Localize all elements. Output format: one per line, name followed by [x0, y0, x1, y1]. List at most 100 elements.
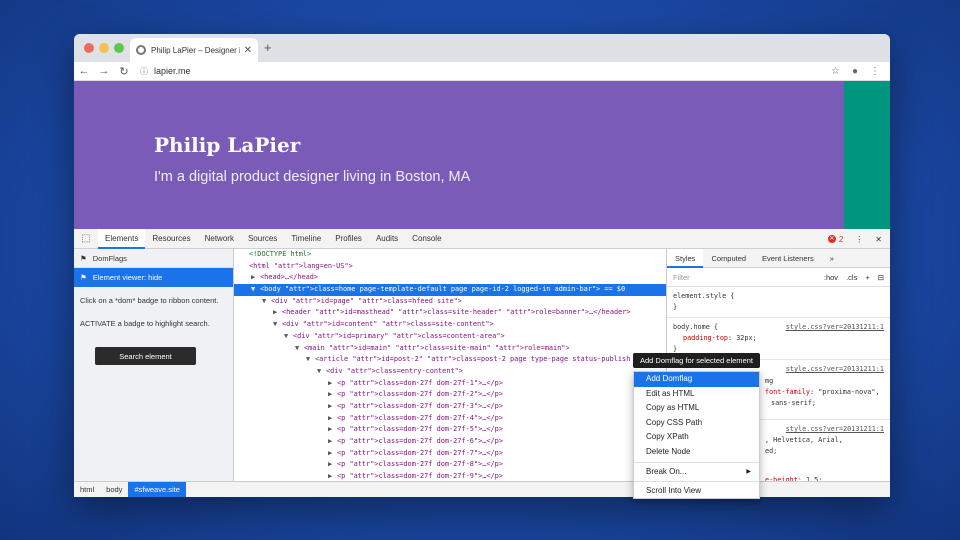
dom-node[interactable]: ▼ <div "attr">class=entry-content"> [234, 366, 666, 378]
menu-item-add-domflag[interactable]: Add Domflag [634, 372, 759, 387]
element-viewer-toggle[interactable]: ⚑ Element viewer: hide [74, 268, 233, 287]
menu-item-break-on[interactable]: Break On... ▶ [634, 465, 759, 480]
collapse-triangle-icon[interactable]: ▼ [273, 319, 282, 331]
dom-node[interactable]: ▶ <p "attr">class=dom-27f dom-27f-4">…</p… [234, 413, 666, 425]
dom-node[interactable]: ▶ <p "attr">class=dom-27f dom-27f-8">…</p… [234, 459, 666, 471]
dom-node-text: <p "attr">class=dom-27f dom-27f-4">…</p> [337, 413, 503, 422]
flag-icon: ⚑ [80, 273, 87, 282]
expand-triangle-icon[interactable]: ▶ [328, 436, 337, 448]
tab-network[interactable]: Network [198, 229, 241, 249]
menu-item-copy-css-path[interactable]: Copy CSS Path [634, 416, 759, 431]
dom-node[interactable]: ▶ <p "attr">class=dom-27f dom-27f-7">…</p… [234, 448, 666, 460]
cls-toggle[interactable]: .cls [846, 273, 857, 282]
forward-arrow-icon[interactable]: → [94, 65, 114, 77]
new-tab-icon[interactable]: + [264, 40, 272, 55]
breadcrumb-selected[interactable]: #sfweave.site [128, 482, 186, 497]
tab-timeline[interactable]: Timeline [284, 229, 328, 249]
dom-node[interactable]: ▶ <header "attr">id=masthead" "attr">clas… [234, 307, 666, 319]
domflags-header[interactable]: ⚑ DomFlags [74, 249, 233, 268]
rule-source-link[interactable]: style.css?ver=20131211:1 [786, 322, 884, 333]
menu-item-edit-html[interactable]: Edit as HTML [634, 387, 759, 402]
collapse-triangle-icon[interactable]: ▼ [295, 343, 304, 355]
breadcrumb-html[interactable]: html [74, 482, 100, 497]
breadcrumb-body[interactable]: body [100, 482, 128, 497]
menu-item-copy-html[interactable]: Copy as HTML [634, 401, 759, 416]
tab-styles[interactable]: Styles [667, 248, 704, 268]
expand-triangle-icon[interactable]: ▶ [328, 401, 337, 413]
menu-item-copy-xpath[interactable]: Copy XPath [634, 430, 759, 445]
devtools-close-icon[interactable]: ✕ [875, 235, 882, 244]
expand-triangle-icon[interactable]: ▶ [328, 448, 337, 460]
accent-stripe [844, 81, 890, 229]
menu-item-delete-node[interactable]: Delete Node [634, 445, 759, 460]
tab-elements[interactable]: Elements [98, 228, 146, 249]
expand-triangle-icon[interactable]: ▶ [328, 413, 337, 425]
dom-node[interactable]: <html "attr">lang=en-US"> [234, 261, 666, 273]
tab-resources[interactable]: Resources [145, 229, 197, 249]
toggle-sidebar-icon[interactable]: ⊟ [878, 273, 884, 282]
dom-node[interactable]: ▼ <main "attr">id=main" "attr">class=site… [234, 343, 666, 355]
filter-input[interactable]: Filter [673, 273, 690, 282]
dom-node[interactable]: ▶ <p "attr">class=dom-27f dom-27f-5">…</p… [234, 424, 666, 436]
maximize-window-button[interactable] [114, 43, 124, 53]
dom-node-text: <div "attr">id=primary" "attr">class=con… [293, 331, 505, 340]
dom-node[interactable]: ▶ <p "attr">class=dom-27f dom-27f-6">…</p… [234, 436, 666, 448]
expand-triangle-icon[interactable]: ▶ [328, 378, 337, 390]
hov-toggle[interactable]: :hov [824, 273, 838, 282]
dom-node-selected[interactable]: ▼ <body "attr">class=home page-template-d… [234, 284, 666, 296]
tab-computed[interactable]: Computed [703, 249, 754, 268]
collapse-triangle-icon[interactable]: ▼ [251, 284, 260, 296]
expand-triangle-icon[interactable]: ▶ [251, 272, 260, 284]
dom-node[interactable]: ▶ <p "attr">class=dom-27f dom-27f-9">…</p… [234, 471, 666, 481]
menu-item-scroll-into-view[interactable]: Scroll Into View [634, 484, 759, 499]
dom-node[interactable]: ▶ <head>…</head> [234, 272, 666, 284]
dom-node-text: <p "attr">class=dom-27f dom-27f-6">…</p> [337, 437, 503, 445]
dom-node[interactable]: ▶ <p "attr">class=dom-27f dom-27f-3">…</p… [234, 401, 666, 413]
bookmark-star-icon[interactable]: ☆ [831, 66, 840, 77]
reload-icon[interactable]: ↻ [114, 65, 134, 78]
url-text: lapier.me [154, 66, 191, 76]
profile-icon[interactable]: ● [852, 66, 858, 77]
expand-triangle-icon[interactable]: ▶ [328, 424, 337, 436]
back-arrow-icon[interactable]: ← [74, 65, 94, 77]
devtools-menu-icon[interactable]: ⋮ [855, 235, 863, 244]
rule-source-link[interactable]: style.css?ver=20131211:1 [786, 424, 884, 435]
tab-profiles[interactable]: Profiles [328, 229, 369, 249]
address-bar[interactable]: ⓘ lapier.me [140, 66, 831, 77]
browser-tab[interactable]: Philip LaPier – Designer in Bos ✕ [130, 38, 258, 62]
expand-triangle-icon[interactable]: ▶ [328, 471, 337, 481]
dom-node[interactable]: ▼ <div "attr">id=content" "attr">class=si… [234, 319, 666, 331]
dom-node[interactable]: ▼ <article "attr">id=post-2" "attr">class… [234, 354, 666, 366]
expand-triangle-icon[interactable]: ▶ [328, 389, 337, 401]
expand-triangle-icon[interactable]: ▶ [273, 307, 282, 319]
tab-audits[interactable]: Audits [369, 229, 405, 249]
close-window-button[interactable] [84, 43, 94, 53]
collapse-triangle-icon[interactable]: ▼ [262, 296, 271, 308]
dom-node[interactable]: <!DOCTYPE html> [234, 249, 666, 261]
search-element-button[interactable]: Search element [95, 347, 196, 365]
tab-sources[interactable]: Sources [241, 229, 284, 249]
tab-event-listeners[interactable]: Event Listeners [754, 249, 822, 268]
devtools-tabbar: ⬚ Elements Resources Network Sources Tim… [74, 228, 890, 249]
info-icon[interactable]: ⓘ [140, 66, 148, 77]
dom-node[interactable]: ▼ <div "attr">id=primary" "attr">class=co… [234, 331, 666, 343]
collapse-triangle-icon[interactable]: ▼ [284, 331, 293, 343]
element-style-rule: element.style { } [667, 287, 890, 318]
inspect-element-icon[interactable]: ⬚ [74, 233, 98, 244]
expand-triangle-icon[interactable]: ▶ [328, 459, 337, 471]
menu-dots-icon[interactable]: ⋮ [870, 66, 880, 77]
minimize-window-button[interactable] [99, 43, 109, 53]
more-tabs-icon[interactable]: » [822, 249, 842, 268]
dom-node[interactable]: ▼ <div "attr">id=page" "attr">class=hfeed… [234, 296, 666, 308]
dom-node-text: <main "attr">id=main" "attr">class=site-… [304, 343, 570, 352]
dom-node[interactable]: ▶ <p "attr">class=dom-27f dom-27f-1">…</p… [234, 378, 666, 390]
dom-node[interactable]: ▶ <p "attr">class=dom-27f dom-27f-2">…</p… [234, 389, 666, 401]
tab-console[interactable]: Console [405, 229, 448, 249]
error-badge[interactable]: ✕ 2 [827, 235, 843, 244]
collapse-triangle-icon[interactable]: ▼ [306, 354, 315, 366]
collapse-triangle-icon[interactable]: ▼ [317, 366, 326, 378]
rule-source-link[interactable]: style.css?ver=20131211:1 [786, 364, 884, 375]
menu-separator [634, 461, 759, 463]
tab-close-icon[interactable]: ✕ [244, 45, 252, 56]
add-rule-icon[interactable]: + [865, 273, 869, 282]
